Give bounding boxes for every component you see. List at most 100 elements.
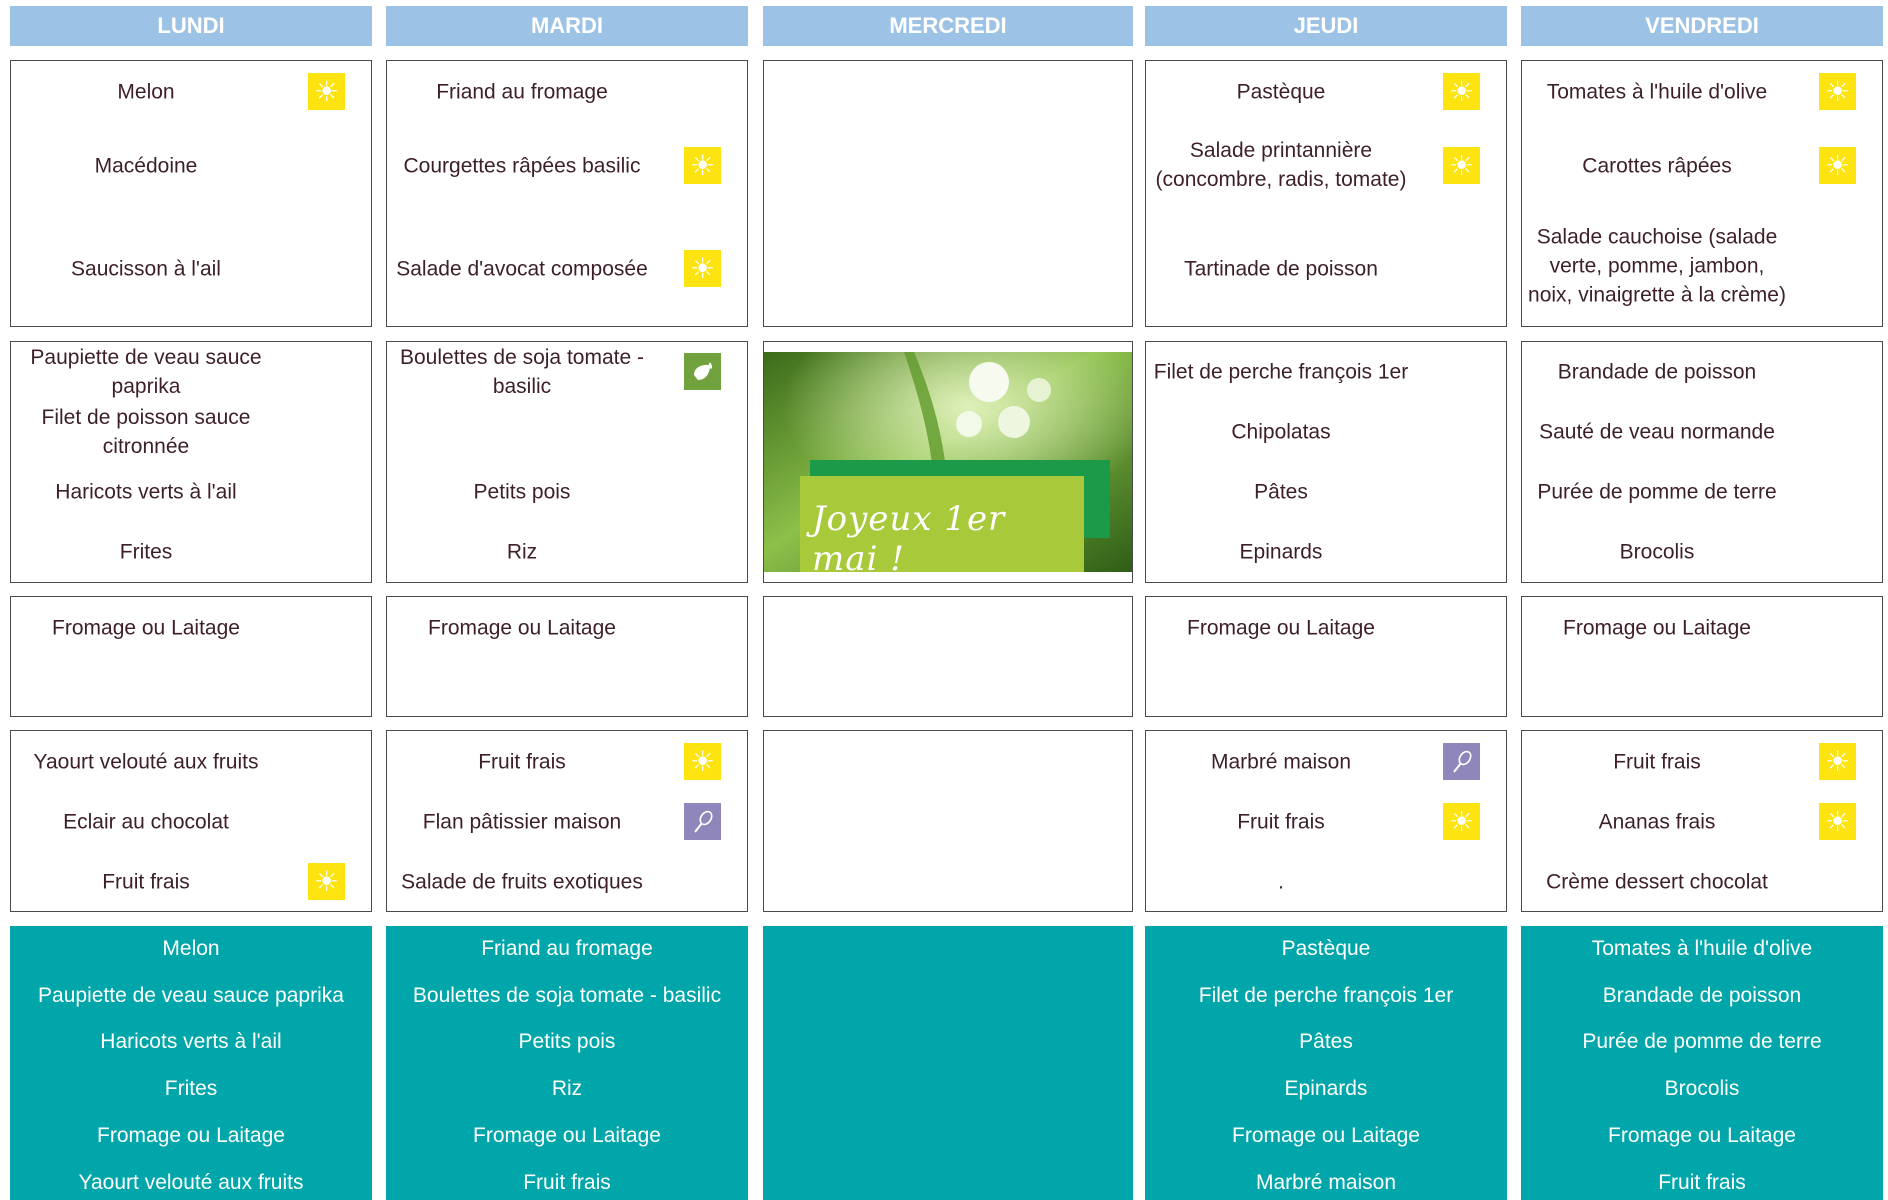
dessert-box-thursday: Marbré maison Fruit frais ☀ . (1145, 730, 1507, 912)
sun-icon: ☀ (1819, 73, 1856, 110)
sun-icon: ☀ (308, 73, 345, 110)
entree-item: Salade printannière (concombre, radis, t… (1155, 139, 1407, 191)
summary-line: Epinards (1284, 1077, 1368, 1100)
main-item: Epinards (1239, 540, 1323, 564)
summary-box-monday: Melon Paupiette de veau sauce paprika Ha… (10, 926, 372, 1200)
summary-line: Pastèque (1281, 937, 1371, 960)
summary-line: Boulettes de soja tomate - basilic (412, 984, 722, 1007)
main-item: Filet de poisson sauce citronnée (41, 406, 251, 458)
summary-line: Tomates à l'huile d'olive (1591, 937, 1813, 960)
main-item: Riz (506, 540, 538, 564)
summary-line: Friand au fromage (481, 937, 653, 960)
cheese-item: Fromage ou Laitage (1563, 616, 1751, 640)
main-item: Purée de pomme de terre (1537, 480, 1777, 504)
summary-line: Haricots verts à l'ail (100, 1030, 282, 1053)
dessert-item: Fruit frais (102, 870, 190, 894)
cheese-box-tuesday: Fromage ou Laitage (386, 596, 748, 717)
entree-item: Courgettes râpées basilic (403, 154, 641, 178)
dessert-item: Fruit frais (478, 750, 566, 774)
main-box-monday: Paupiette de veau sauce paprika Filet de… (10, 341, 372, 583)
summary-line: Pâtes (1299, 1030, 1353, 1053)
entree-item: Salade d'avocat composée (396, 257, 648, 281)
entree-item: Pastèque (1236, 80, 1326, 104)
entree-item: Macédoine (94, 154, 198, 178)
cheese-item: Fromage ou Laitage (428, 616, 616, 640)
main-item: Brocolis (1619, 540, 1695, 564)
dessert-box-friday: Fruit frais ☀ Ananas frais ☀ Crème desse… (1521, 730, 1883, 912)
day-header-monday: LUNDI (10, 6, 372, 46)
summary-line: Brandade de poisson (1602, 984, 1802, 1007)
entree-item: Friand au fromage (436, 80, 608, 104)
dessert-item: Crème dessert chocolat (1546, 870, 1768, 894)
day-header-tuesday: MARDI (386, 6, 748, 46)
summary-line: Fromage ou Laitage (473, 1124, 661, 1147)
day-header-thursday: JEUDI (1145, 6, 1507, 46)
main-item: Boulettes de soja tomate - basilic (400, 346, 644, 398)
main-item: Filet de perche françois 1er (1153, 360, 1409, 384)
dessert-item: . (1278, 870, 1284, 894)
summary-line: Purée de pomme de terre (1582, 1030, 1822, 1053)
main-item: Petits pois (473, 480, 571, 504)
dessert-item: Flan pâtissier maison (422, 810, 622, 834)
cheese-box-friday: Fromage ou Laitage (1521, 596, 1883, 717)
summary-line: Petits pois (518, 1030, 616, 1053)
summary-box-thursday: Pastèque Filet de perche françois 1er Pâ… (1145, 926, 1507, 1200)
summary-line: Fruit frais (523, 1171, 611, 1194)
summary-box-friday: Tomates à l'huile d'olive Brandade de po… (1521, 926, 1883, 1200)
sun-icon: ☀ (684, 147, 721, 184)
leaf-icon (684, 353, 721, 390)
main-item: Chipolatas (1231, 420, 1331, 444)
cheese-item: Fromage ou Laitage (1187, 616, 1375, 640)
whisk-icon (684, 803, 721, 840)
sun-icon: ☀ (1819, 147, 1856, 184)
dessert-box-tuesday: Fruit frais ☀ Flan pâtissier maison Sala… (386, 730, 748, 912)
main-box-thursday: Filet de perche françois 1er Chipolatas … (1145, 341, 1507, 583)
main-item: Paupiette de veau sauce paprika (30, 346, 262, 398)
dessert-item: Marbré maison (1210, 750, 1352, 774)
sun-icon: ☀ (1819, 803, 1856, 840)
entree-item: Carottes râpées (1582, 154, 1732, 178)
dessert-item: Fruit frais (1613, 750, 1701, 774)
entree-box-tuesday: Friand au fromage Courgettes râpées basi… (386, 60, 748, 327)
dessert-item: Yaourt velouté aux fruits (33, 750, 259, 774)
cheese-box-wednesday (763, 596, 1133, 717)
entree-item: Tartinade de poisson (1184, 257, 1378, 281)
summary-line: Fruit frais (1658, 1171, 1746, 1194)
day-header-wednesday: MERCREDI (763, 6, 1133, 46)
main-item: Haricots verts à l'ail (55, 480, 237, 504)
summary-line: Fromage ou Laitage (1608, 1124, 1796, 1147)
summary-line: Paupiette de veau sauce paprika (38, 984, 344, 1007)
summary-line: Brocolis (1664, 1077, 1740, 1100)
main-box-friday: Brandade de poisson Sauté de veau norman… (1521, 341, 1883, 583)
sun-icon: ☀ (1443, 803, 1480, 840)
main-item: Brandade de poisson (1557, 360, 1757, 384)
dessert-box-monday: Yaourt velouté aux fruits Eclair au choc… (10, 730, 372, 912)
sun-icon: ☀ (308, 863, 345, 900)
summary-line: Frites (164, 1077, 218, 1100)
summary-line: Melon (162, 937, 220, 960)
summary-line: Filet de perche françois 1er (1198, 984, 1454, 1007)
main-item: Pâtes (1254, 480, 1308, 504)
may-day-banner-text: Joyeux 1er mai ! (812, 499, 1006, 579)
whisk-icon (1443, 743, 1480, 780)
entree-item: Saucisson à l'ail (71, 257, 221, 281)
summary-line: Riz (551, 1077, 583, 1100)
cheese-box-monday: Fromage ou Laitage (10, 596, 372, 717)
entree-item: Tomates à l'huile d'olive (1546, 80, 1768, 104)
summary-line: Fromage ou Laitage (1232, 1124, 1420, 1147)
main-box-tuesday: Boulettes de soja tomate - basilic Petit… (386, 341, 748, 583)
cheese-box-thursday: Fromage ou Laitage (1145, 596, 1507, 717)
entree-box-thursday: Pastèque ☀ Salade printannière (concombr… (1145, 60, 1507, 327)
dessert-item: Ananas frais (1598, 810, 1716, 834)
dessert-item: Eclair au chocolat (63, 810, 229, 834)
summary-box-wednesday (763, 926, 1133, 1200)
summary-box-tuesday: Friand au fromage Boulettes de soja toma… (386, 926, 748, 1200)
sun-icon: ☀ (684, 250, 721, 287)
main-item: Sauté de veau normande (1539, 420, 1775, 444)
entree-box-wednesday (763, 60, 1133, 327)
dessert-item: Salade de fruits exotiques (401, 870, 643, 894)
summary-line: Marbré maison (1255, 1171, 1397, 1194)
sun-icon: ☀ (684, 743, 721, 780)
cheese-item: Fromage ou Laitage (52, 616, 240, 640)
entree-item: Salade cauchoise (salade verte, pomme, j… (1528, 225, 1786, 307)
